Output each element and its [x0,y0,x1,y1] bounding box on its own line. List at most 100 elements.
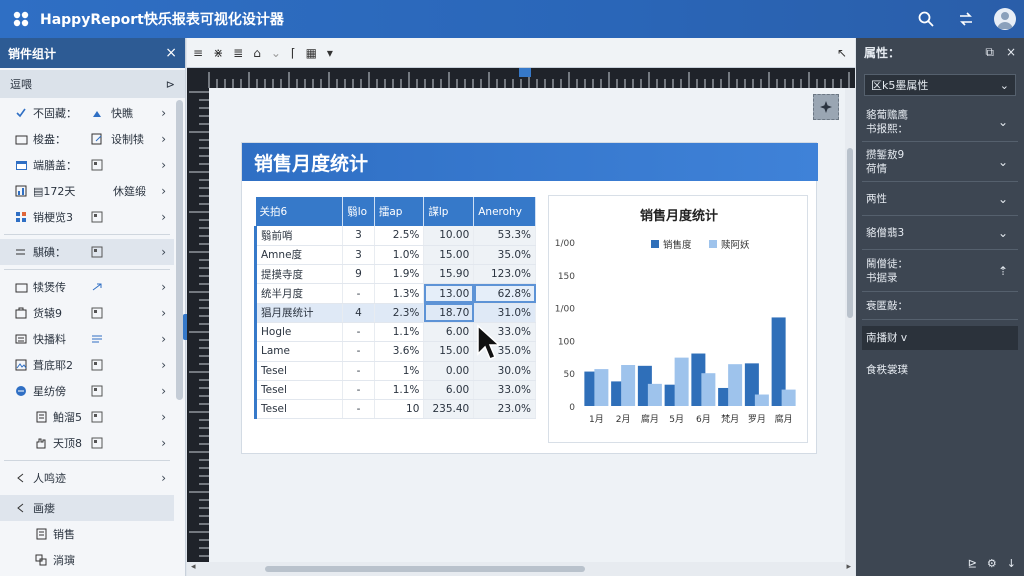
component-item[interactable]: 货辕9 › [0,300,174,326]
component-item[interactable]: 销梗览3 › [0,204,174,230]
property-group[interactable]: 貉葡赡鹰 书报熙： ⌄ [862,102,1018,142]
component-item[interactable]: 犊煲传 › [0,274,174,300]
scroll-left-icon[interactable]: ◂ [191,562,196,572]
table-cell[interactable]: - [342,361,375,381]
close-icon[interactable]: × [1006,45,1016,60]
property-group[interactable]: 食秩裳璞 [862,358,1018,382]
avatar[interactable] [994,8,1016,30]
table-cell[interactable]: 1.9% [374,264,425,285]
table-row[interactable]: 猖月展统计 4 2.3% 18.70 31.0% [253,303,536,323]
property-group[interactable]: 两性 ⌄ [862,182,1018,216]
table-cell[interactable]: 1.3% [374,283,425,304]
table-cell[interactable]: 15.00 [423,341,475,362]
table-cell[interactable]: 1.1% [374,322,425,343]
copy-icon[interactable]: ⧉ [985,45,994,60]
property-group[interactable]: 攒錾敖9 荷情 ⌄ [862,142,1018,182]
component-item[interactable]: 人鸣迹 › [0,465,174,491]
bar-chart[interactable]: 销售月度统计 销售度 赎阿妖 1/00 150 1/00 100 50 0 1月 2月 腐月 5月 6月梵… [548,195,808,443]
sparkle-icon[interactable] [813,94,839,120]
component-subitem[interactable]: 淌璌 [0,547,174,573]
table-cell[interactable]: Tesel [253,361,344,381]
table-cell[interactable]: 18.70 [423,303,475,323]
table-cell[interactable]: 1.0% [374,245,425,266]
distribute-icon[interactable]: ⋇ [213,43,223,63]
border-icon[interactable]: ⌈ [291,43,296,63]
table-cell[interactable]: 3.6% [374,341,425,362]
property-dropdown[interactable]: 南播财 v [862,326,1018,350]
table-cell[interactable]: 13.00 [423,283,475,304]
table-cell[interactable]: 4 [342,303,375,323]
dropdown-icon[interactable]: ▾ [327,43,333,63]
table-row[interactable]: Tesel -1.1% 6.00 33.0% [253,380,536,401]
table-cell[interactable]: - [342,322,375,343]
component-item[interactable]: 葺底耶2 › [0,352,174,378]
table-cell[interactable]: 1.1% [374,380,425,401]
table-cell[interactable]: 53.3% [473,226,536,246]
export-icon[interactable]: ⊵ [968,557,977,570]
property-group[interactable]: 衰匿敲： [862,292,1018,320]
table-cell[interactable]: 统半月度 [253,283,344,304]
component-item[interactable]: 梭盎： 设制犊 › [0,126,174,152]
table-cell[interactable]: 235.40 [423,399,475,420]
table-cell[interactable]: 提摸寺度 [253,264,344,285]
property-scope-select[interactable]: 区k5墨属性 ⌄ [864,74,1016,96]
canvas-horizontal-scrollbar[interactable]: ◂ ▸ [187,562,855,576]
table-cell[interactable]: Amne度 [253,245,344,266]
column-header[interactable]: 擂ap [374,197,425,226]
table-cell[interactable]: 3 [342,226,375,246]
table-row[interactable]: 提摸寺度 9 1.9% 15.90 123.0% [253,264,536,285]
left-scrollbar[interactable] [176,100,183,400]
component-search[interactable]: 逗喂 ⊳ [0,70,185,98]
table-cell[interactable]: 翳前哨 [253,226,344,246]
align-icon[interactable]: ≡ [193,43,203,63]
table-cell[interactable]: - [342,283,375,304]
table-cell[interactable]: 0.00 [423,361,475,381]
component-subitem[interactable]: 天顶8 › [0,430,174,456]
table-cell[interactable]: 35.0% [473,245,536,266]
component-item[interactable]: 快播料 › [0,326,174,352]
table-row[interactable]: 翳前哨 3 2.5% 10.00 53.3% [253,226,536,246]
property-group[interactable]: 鬧僧徒： 书据录 ⇡ [862,250,1018,292]
table-cell[interactable]: 30.0% [473,361,536,381]
column-header[interactable]: 翳lo [342,197,375,226]
table-cell[interactable]: 2.5% [374,226,425,246]
report-page[interactable]: 销售月度统计 关拍6 翳lo 擂ap 謀lp Anerohy 翳前哨 3 2.5% 1… [241,142,818,454]
table-cell[interactable]: 2.3% [374,303,425,323]
table-cell[interactable]: 15.90 [423,264,475,285]
table-icon[interactable]: ▦ [306,43,317,63]
chevron-down-icon[interactable]: ⌄ [271,43,281,63]
component-item[interactable]: 星纺傍 › [0,378,174,404]
table-cell[interactable]: - [342,341,375,362]
property-group[interactable]: 貉僧翡3 ⌄ [862,216,1018,250]
search-icon[interactable] [914,7,938,31]
share-icon[interactable] [954,7,978,31]
report-title[interactable]: 销售月度统计 [242,143,818,181]
download-icon[interactable]: ↓ [1007,557,1016,570]
list-icon[interactable]: ≣ [233,43,243,63]
table-cell[interactable]: Hogle [253,322,344,343]
data-table[interactable]: 关拍6 翳lo 擂ap 謀lp Anerohy 翳前哨 3 2.5% 10.00 53.… [253,197,536,420]
component-item-selected[interactable]: 画瘘 [0,495,174,521]
table-row[interactable]: Tesel -10 235.40 23.0% [253,399,536,420]
collapse-icon[interactable]: ↖ [837,43,847,63]
table-cell[interactable]: 6.00 [423,322,475,343]
component-item[interactable]: 端膳盖： › [0,152,174,178]
gear-icon[interactable]: ⚙ [987,557,997,570]
column-header[interactable]: 关拍6 [255,197,344,226]
table-cell[interactable]: 3 [342,245,375,266]
component-item-selected[interactable]: 騏碘： › [0,239,174,265]
table-cell[interactable]: Tesel [253,399,344,420]
column-header[interactable]: 謀lp [423,197,475,226]
component-subitem[interactable]: 鮊溜5 › [0,404,174,430]
table-cell[interactable]: 1% [374,361,425,381]
table-cell[interactable]: 15.00 [423,245,475,266]
table-cell[interactable]: - [342,399,375,420]
table-cell[interactable]: - [342,380,375,401]
scroll-right-icon[interactable]: ▸ [846,562,851,572]
component-item[interactable]: ▤172天 休筵缎 › [0,178,174,204]
table-cell[interactable]: 10.00 [423,226,475,246]
pin-icon[interactable]: ⊳ [166,78,175,91]
table-cell[interactable]: 62.8% [473,283,536,304]
table-row[interactable]: Amne度 3 1.0% 15.00 35.0% [253,245,536,266]
table-row[interactable]: 统半月度 -1.3% 13.00 62.8% [253,283,536,304]
